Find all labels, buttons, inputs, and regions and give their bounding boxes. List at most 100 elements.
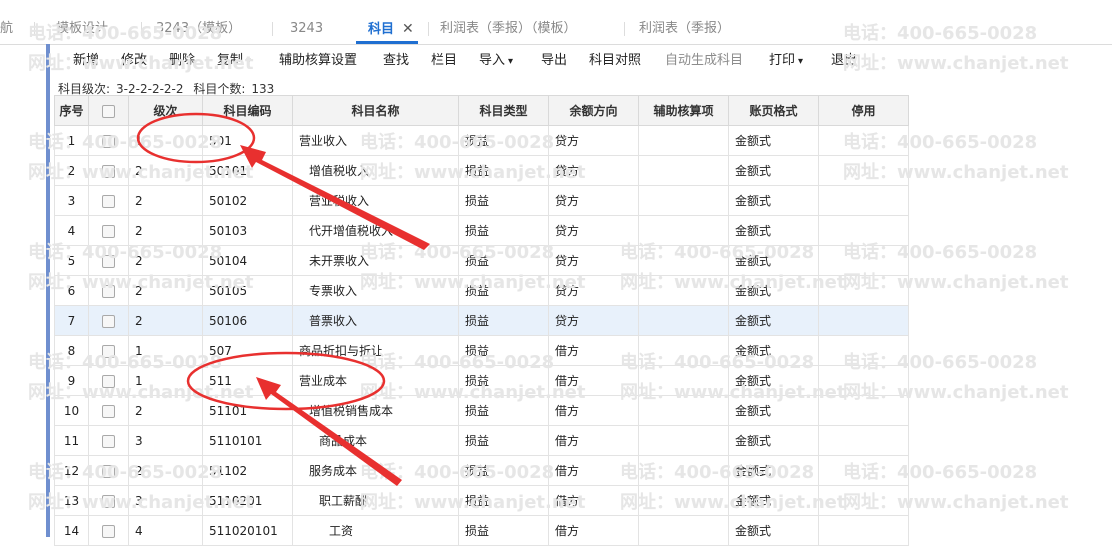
row-checkbox[interactable] <box>102 194 115 208</box>
cell-checkbox[interactable] <box>88 455 129 486</box>
cell-checkbox[interactable] <box>88 275 129 306</box>
header-seq[interactable]: 序号 <box>54 95 89 126</box>
row-checkbox[interactable] <box>102 524 115 538</box>
tab-label: 模板设计 <box>56 21 109 36</box>
cell-level: 3 <box>128 425 203 456</box>
print-dropdown-button[interactable]: 打印 ▾ <box>769 47 803 75</box>
edit-button[interactable]: 修改 <box>121 47 147 75</box>
header-name[interactable]: 科目名称 <box>292 95 459 126</box>
header-balance-direction[interactable]: 余额方向 <box>548 95 639 126</box>
row-checkbox[interactable] <box>102 254 115 268</box>
tab-template-design[interactable]: 模板设计 <box>56 14 108 44</box>
row-checkbox[interactable] <box>102 164 115 178</box>
tab-profit-quarterly-template[interactable]: 利润表（季报）（模板） <box>440 14 577 44</box>
select-all-checkbox[interactable] <box>102 104 115 118</box>
header-type[interactable]: 科目类型 <box>458 95 549 126</box>
cell-ledger-format: 金额式 <box>728 125 819 156</box>
cell-balance-direction: 贷方 <box>548 275 639 306</box>
cell-aux-items <box>638 275 729 306</box>
table-row[interactable]: 14 4 511020101 工资 损益 借方 金额式 <box>54 515 909 546</box>
cell-code: 51101 <box>202 395 293 426</box>
tab-bar-top-strip <box>0 0 1112 14</box>
table-row[interactable]: 5 2 50104 未开票收入 损益 贷方 金额式 <box>54 245 909 276</box>
cell-name: 营业收入 <box>292 125 459 156</box>
row-checkbox[interactable] <box>102 314 115 328</box>
table-row[interactable]: 2 2 50101 增值税收入 损益 贷方 金额式 <box>54 155 909 186</box>
cell-name: 营业成本 <box>292 365 459 396</box>
cell-name: 增值税销售成本 <box>292 395 459 426</box>
table-row[interactable]: 3 2 50102 营业税收入 损益 贷方 金额式 <box>54 185 909 216</box>
header-aux-items[interactable]: 辅助核算项 <box>638 95 729 126</box>
cell-aux-items <box>638 305 729 336</box>
tab-profit-quarterly[interactable]: 利润表（季报） <box>639 14 730 44</box>
copy-dropdown-button[interactable]: 复制 ▾ <box>217 47 251 75</box>
header-code[interactable]: 科目编码 <box>202 95 293 126</box>
cell-checkbox[interactable] <box>88 125 129 156</box>
cell-checkbox[interactable] <box>88 305 129 336</box>
auto-generate-accounts-button[interactable]: 自动生成科目 <box>665 47 743 75</box>
cell-balance-direction: 贷方 <box>548 305 639 336</box>
cell-checkbox[interactable] <box>88 365 129 396</box>
row-checkbox[interactable] <box>102 434 115 448</box>
cell-seq: 4 <box>54 215 89 246</box>
row-checkbox[interactable] <box>102 224 115 238</box>
cell-checkbox[interactable] <box>88 485 129 516</box>
cell-balance-direction: 贷方 <box>548 125 639 156</box>
cell-checkbox[interactable] <box>88 245 129 276</box>
print-button-label: 打印 <box>769 53 796 68</box>
cell-code: 50102 <box>202 185 293 216</box>
table-row[interactable]: 10 2 51101 增值税销售成本 损益 借方 金额式 <box>54 395 909 426</box>
cell-aux-items <box>638 455 729 486</box>
table-row[interactable]: 6 2 50105 专票收入 损益 贷方 金额式 <box>54 275 909 306</box>
cell-checkbox[interactable] <box>88 155 129 186</box>
row-checkbox[interactable] <box>102 134 115 148</box>
table-row[interactable]: 7 2 50106 普票收入 损益 贷方 金额式 <box>54 305 909 336</box>
tab-3243-template[interactable]: 3243（模板） <box>156 14 241 44</box>
row-checkbox[interactable] <box>102 344 115 358</box>
cell-checkbox[interactable] <box>88 335 129 366</box>
table-header-row: 序号 级次 科目编码 科目名称 科目类型 余额方向 辅助核算项 账页格式 停用 <box>54 95 909 126</box>
import-dropdown-button[interactable]: 导入 ▾ <box>479 47 513 75</box>
table-row[interactable]: 1 1 501 营业收入 损益 贷方 金额式 <box>54 125 909 156</box>
add-button[interactable]: 新增 <box>73 47 99 75</box>
cell-checkbox[interactable] <box>88 425 129 456</box>
table-row[interactable]: 9 1 511 营业成本 损益 借方 金额式 <box>54 365 909 396</box>
close-icon[interactable]: ✕ <box>402 21 414 37</box>
cell-code: 50104 <box>202 245 293 276</box>
header-disabled[interactable]: 停用 <box>818 95 909 126</box>
cell-ledger-format: 金额式 <box>728 335 819 366</box>
cell-type: 损益 <box>458 155 549 186</box>
delete-button[interactable]: 删除 <box>169 47 195 75</box>
cell-balance-direction: 借方 <box>548 485 639 516</box>
row-checkbox[interactable] <box>102 464 115 478</box>
aux-accounting-settings-button[interactable]: 辅助核算设置 <box>279 47 357 75</box>
aux-accounting-settings-label: 辅助核算设置 <box>279 53 358 68</box>
row-checkbox[interactable] <box>102 494 115 508</box>
tab-3243[interactable]: 3243 <box>290 14 323 44</box>
import-button-label: 导入 <box>479 53 506 68</box>
cell-checkbox[interactable] <box>88 185 129 216</box>
account-mapping-button[interactable]: 科目对照 <box>589 47 641 75</box>
table-row[interactable]: 12 2 51102 服务成本 损益 借方 金额式 <box>54 455 909 486</box>
table-row[interactable]: 13 3 5110201 职工薪酬 损益 借方 金额式 <box>54 485 909 516</box>
cell-level: 2 <box>128 185 203 216</box>
row-checkbox[interactable] <box>102 404 115 418</box>
cell-checkbox[interactable] <box>88 215 129 246</box>
row-checkbox[interactable] <box>102 374 115 388</box>
tab-navigation[interactable]: 航 <box>0 14 13 44</box>
exit-button[interactable]: 退出 <box>831 47 857 75</box>
header-level[interactable]: 级次 <box>128 95 203 126</box>
cell-disabled <box>818 515 909 546</box>
tab-accounts[interactable]: 科目 ✕ <box>356 14 418 44</box>
cell-checkbox[interactable] <box>88 395 129 426</box>
table-row[interactable]: 11 3 5110101 商品成本 损益 借方 金额式 <box>54 425 909 456</box>
row-checkbox[interactable] <box>102 284 115 298</box>
columns-button[interactable]: 栏目 <box>431 47 457 75</box>
header-ledger-format[interactable]: 账页格式 <box>728 95 819 126</box>
export-button[interactable]: 导出 <box>541 47 567 75</box>
header-select-all[interactable] <box>88 95 129 126</box>
table-row[interactable]: 4 2 50103 代开增值税收入 损益 贷方 金额式 <box>54 215 909 246</box>
table-row[interactable]: 8 1 507 商品折扣与折让 损益 借方 金额式 <box>54 335 909 366</box>
find-button[interactable]: 查找 <box>383 47 409 75</box>
cell-checkbox[interactable] <box>88 515 129 546</box>
